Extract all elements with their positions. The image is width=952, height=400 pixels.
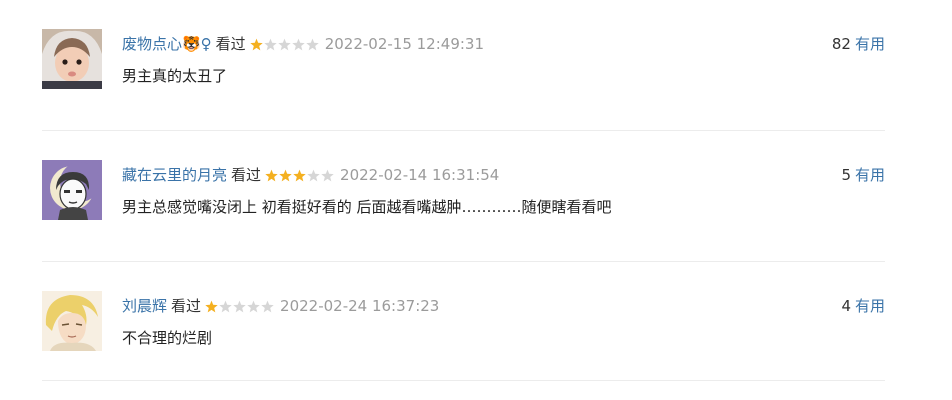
comment-text: 不合理的烂剧 bbox=[122, 329, 213, 347]
rating-stars bbox=[205, 300, 274, 313]
comment-time: 2022-02-24 16:37:23 bbox=[280, 297, 440, 315]
vote-count: 5 bbox=[841, 166, 851, 184]
star-empty-icon bbox=[247, 300, 260, 313]
rating-stars bbox=[265, 169, 334, 182]
comment-text: 男主总感觉嘴没闭上 初看挺好看的 后面越看嘴越肿…………随便瞎看看吧 bbox=[122, 198, 612, 216]
star-filled-icon bbox=[279, 169, 292, 182]
star-empty-icon bbox=[264, 38, 277, 51]
vote-area: 82 有用 bbox=[832, 34, 885, 54]
useful-vote-button[interactable]: 有用 bbox=[855, 166, 885, 184]
useful-vote-button[interactable]: 有用 bbox=[855, 297, 885, 315]
watch-status: 看过 bbox=[231, 166, 262, 184]
comment-time: 2022-02-14 16:31:54 bbox=[340, 166, 500, 184]
useful-vote-button[interactable]: 有用 bbox=[855, 35, 885, 53]
star-empty-icon bbox=[219, 300, 232, 313]
star-empty-icon bbox=[321, 169, 334, 182]
star-filled-icon bbox=[205, 300, 218, 313]
star-empty-icon bbox=[261, 300, 274, 313]
star-filled-icon bbox=[293, 169, 306, 182]
avatar[interactable] bbox=[42, 29, 102, 89]
username-link[interactable]: 刘晨辉 bbox=[122, 297, 167, 315]
avatar[interactable] bbox=[42, 291, 102, 351]
star-filled-icon bbox=[250, 38, 263, 51]
comment-list: 废物点心🐯♀ 看过 2022-02-15 12:49:31 82 有用 男主真的太丑了… bbox=[0, 0, 952, 400]
comment-meta: 刘晨辉 看过 2022-02-24 16:37:23 bbox=[122, 296, 439, 316]
comment-item: 刘晨辉 看过 2022-02-24 16:37:23 4 有用 不合理的烂剧 bbox=[42, 262, 885, 381]
star-empty-icon bbox=[278, 38, 291, 51]
star-filled-icon bbox=[265, 169, 278, 182]
rating-stars bbox=[250, 38, 319, 51]
vote-area: 5 有用 bbox=[841, 165, 885, 185]
comment-meta: 废物点心🐯♀ 看过 2022-02-15 12:49:31 bbox=[122, 34, 484, 54]
comment-item: 废物点心🐯♀ 看过 2022-02-15 12:49:31 82 有用 男主真的太丑了 bbox=[42, 0, 885, 131]
comment-text: 男主真的太丑了 bbox=[122, 67, 228, 85]
star-empty-icon bbox=[307, 169, 320, 182]
vote-count: 4 bbox=[841, 297, 851, 315]
comment-item: 藏在云里的月亮 看过 2022-02-14 16:31:54 5 有用 男主总感觉嘴没… bbox=[42, 131, 885, 262]
star-empty-icon bbox=[292, 38, 305, 51]
username-link[interactable]: 废物点心🐯♀ bbox=[122, 35, 212, 53]
star-empty-icon bbox=[233, 300, 246, 313]
comment-meta: 藏在云里的月亮 看过 2022-02-14 16:31:54 bbox=[122, 165, 499, 185]
comment-time: 2022-02-15 12:49:31 bbox=[324, 35, 484, 53]
avatar[interactable] bbox=[42, 160, 102, 220]
watch-status: 看过 bbox=[215, 35, 246, 53]
vote-area: 4 有用 bbox=[841, 296, 885, 316]
vote-count: 82 bbox=[831, 35, 851, 53]
username-link[interactable]: 藏在云里的月亮 bbox=[122, 166, 227, 184]
star-empty-icon bbox=[306, 38, 319, 51]
watch-status: 看过 bbox=[171, 297, 202, 315]
